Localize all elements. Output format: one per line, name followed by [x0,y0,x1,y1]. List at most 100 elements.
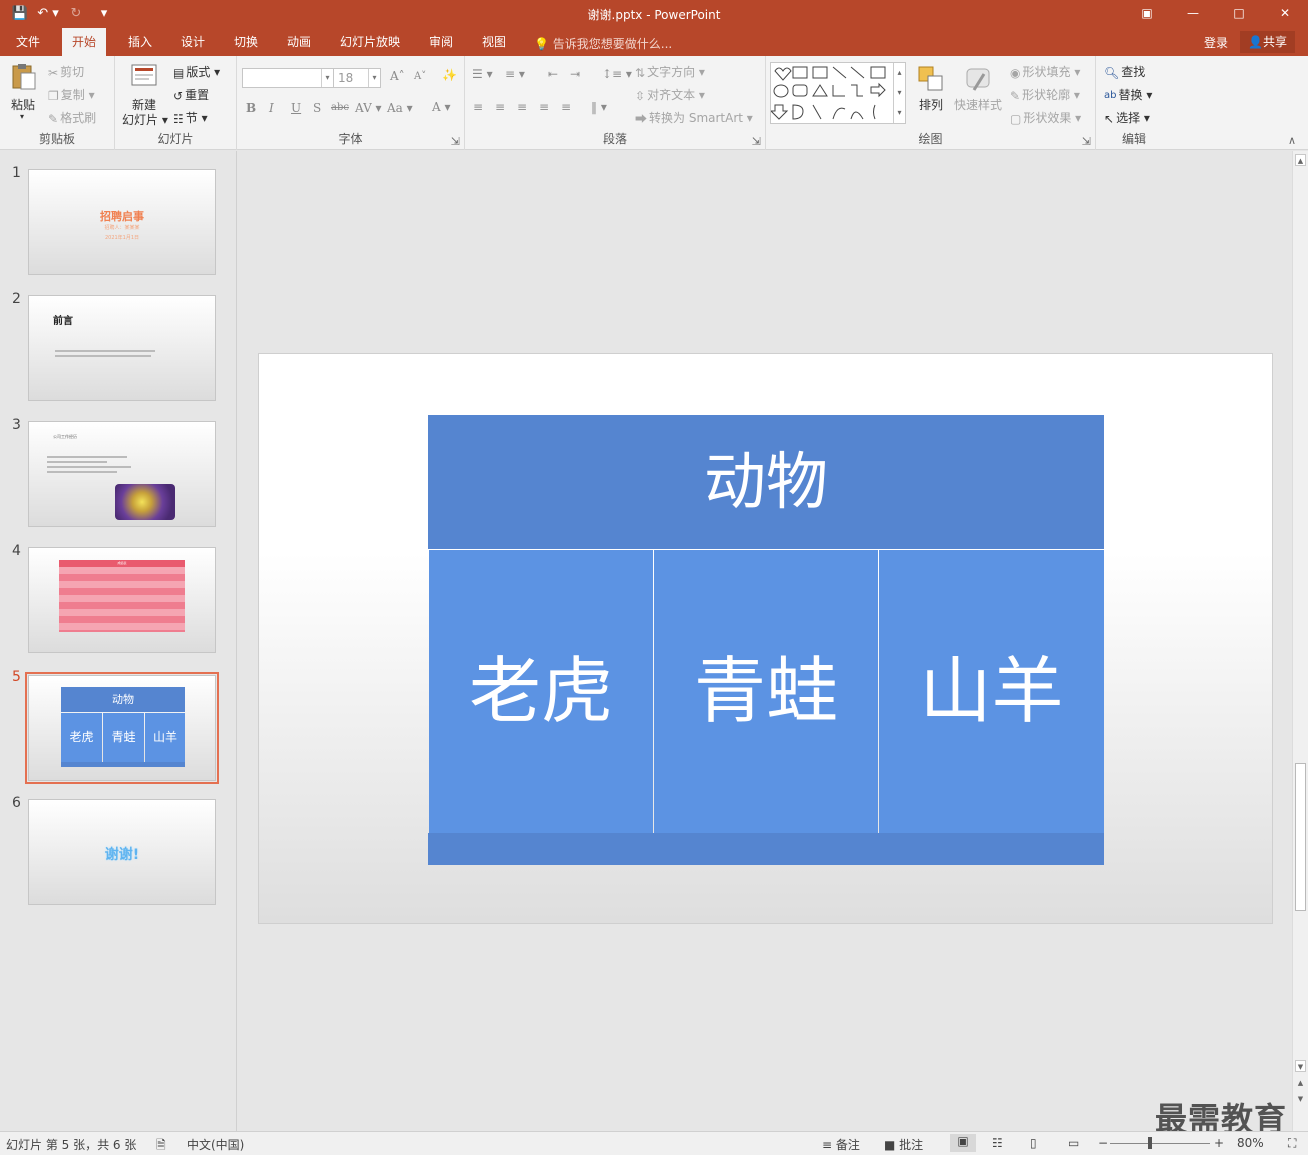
numbering-icon[interactable]: ≡ ▾ [505,67,525,81]
current-slide[interactable]: 动物 老虎 青蛙 山羊 [258,353,1273,924]
maximize-icon[interactable]: □ [1216,0,1262,26]
animals-table[interactable]: 动物 老虎 青蛙 山羊 [428,415,1104,865]
tab-animations[interactable]: 动画 [277,28,321,56]
clear-format-icon[interactable]: ✨ [442,68,457,82]
tab-transitions[interactable]: 切换 [224,28,268,56]
bullets-icon[interactable]: ☰ ▾ [472,67,493,81]
fit-to-window-icon[interactable]: ⛶ [1288,1136,1296,1151]
text-direction-button[interactable]: ⇅ 文字方向 ▾ [635,63,705,80]
shrink-font-icon[interactable]: A˅ [414,71,426,82]
tab-view[interactable]: 视图 [472,28,516,56]
reset-button[interactable]: ↺ 重置 [173,86,209,103]
zoom-out-icon[interactable]: − [1098,1136,1108,1150]
slide-sorter-icon[interactable]: ☷ [992,1136,1003,1150]
decrease-indent-icon[interactable]: ⇤ [548,67,558,81]
language-indicator[interactable]: 中文(中国) [187,1136,244,1153]
align-left-icon[interactable]: ≡ [473,100,483,114]
slide-thumbnail-1[interactable]: 招聘启事 招聘人：某某某 2021年1月1日 [28,169,216,275]
change-case-button[interactable]: Aa ▾ [387,101,413,115]
cut-button[interactable]: ✂ 剪切 [48,63,84,80]
distributed-icon[interactable]: ≡ [561,100,571,114]
bold-button[interactable]: B [246,101,256,115]
arrange-icon[interactable] [916,64,946,94]
align-text-button[interactable]: ⇳ 对齐文本 ▾ [635,86,705,103]
slide-thumbnail-3[interactable]: 公司工作经历 [28,421,216,527]
comments-button[interactable]: ■ 批注 [884,1136,923,1153]
quick-styles-icon[interactable] [964,64,994,94]
shape-fill-button[interactable]: ◉ 形状填充 ▾ [1010,63,1080,80]
font-color-button[interactable]: A ▾ [432,100,451,114]
underline-button[interactable]: U [291,101,301,115]
notes-button[interactable]: ≡ 备注 [822,1136,860,1153]
strikethrough-button[interactable]: abc [331,102,349,113]
paragraph-dialog-launcher-icon[interactable]: ⇲ [752,135,761,148]
slide-thumbnail-4[interactable]: 成绩表 [28,547,216,653]
slideshow-view-icon[interactable]: ▭ [1068,1136,1079,1150]
close-icon[interactable]: ✕ [1262,0,1308,26]
columns-icon[interactable]: ‖ ▾ [591,100,607,114]
section-button[interactable]: ☷ 节 ▾ [173,109,208,126]
scrollbar-thumb[interactable] [1295,763,1306,911]
shape-outline-button[interactable]: ✎ 形状轮廓 ▾ [1010,86,1080,103]
tab-file[interactable]: 文件 [6,28,50,56]
table-cell-goat[interactable]: 山羊 [879,550,1104,833]
login-link[interactable]: 登录 [1204,34,1228,51]
shapes-gallery[interactable]: ▴ ▾ ▾ [769,62,906,124]
minimize-icon[interactable]: — [1170,0,1216,26]
layout-button[interactable]: ▤ 版式 ▾ [173,63,220,80]
replace-button[interactable]: ab 替换 ▾ [1104,86,1152,103]
previous-slide-icon[interactable]: ▲ [1295,1077,1306,1089]
new-slide-dropdown[interactable]: 幻灯片 ▾ [122,111,168,128]
slide-thumbnail-6[interactable]: 谢谢! [28,799,216,905]
tab-home[interactable]: 开始 [62,28,107,56]
zoom-level[interactable]: 80% [1237,1136,1264,1150]
table-footer-row[interactable] [428,833,1104,865]
new-slide-icon[interactable] [129,62,159,92]
line-spacing-icon[interactable]: ↕≡ ▾ [602,67,632,81]
paste-button[interactable]: 粘贴 [11,96,35,113]
normal-view-icon[interactable]: ▣ [950,1134,976,1152]
table-header-cell[interactable]: 动物 [428,415,1104,549]
increase-indent-icon[interactable]: ⇥ [570,67,580,81]
tab-design[interactable]: 设计 [171,28,215,56]
ribbon-options-icon[interactable]: ▣ [1124,0,1170,26]
find-button[interactable]: 🔍︎ 查找 [1104,63,1145,80]
zoom-in-icon[interactable]: + [1214,1136,1224,1150]
table-cell-tiger[interactable]: 老虎 [429,550,653,833]
tell-me-search[interactable]: 💡 告诉我您想要做什么... [534,35,672,52]
select-button[interactable]: ↖ 选择 ▾ [1104,109,1150,126]
paste-icon[interactable] [9,62,39,92]
italic-button[interactable]: I [269,101,274,115]
copy-button[interactable]: ❐ 复制 ▾ [48,86,95,103]
vertical-scrollbar[interactable]: ▲ ▼ ▲ ▼ [1292,151,1308,1131]
zoom-slider[interactable] [1110,1137,1210,1149]
reading-view-icon[interactable]: ▯ [1030,1136,1037,1150]
align-right-icon[interactable]: ≡ [517,100,527,114]
smartart-button[interactable]: ⮕ 转换为 SmartArt ▾ [635,109,753,127]
format-painter-button[interactable]: ✎ 格式刷 [48,109,96,126]
font-size-combo[interactable]: 18 ▾ [333,68,381,88]
spellcheck-icon[interactable]: 🗎 [156,1136,166,1155]
font-name-combo[interactable]: ▾ [242,68,334,88]
slide-thumbnail-2[interactable]: 前言 [28,295,216,401]
next-slide-icon[interactable]: ▼ [1295,1093,1306,1105]
slide-thumbnail-5[interactable]: 动物 老虎 青蛙 山羊 [28,675,216,781]
zoom-slider-knob[interactable] [1148,1137,1152,1149]
table-cell-frog[interactable]: 青蛙 [654,550,878,833]
shadow-button[interactable]: S [313,101,321,115]
collapse-ribbon-icon[interactable]: ∧ [1288,134,1296,147]
font-dialog-launcher-icon[interactable]: ⇲ [451,135,460,148]
paste-dropdown-icon[interactable]: ▾ [20,112,24,121]
arrange-button[interactable]: 排列 [919,96,943,113]
align-center-icon[interactable]: ≡ [495,100,505,114]
quick-styles-button[interactable]: 快速样式 [954,96,1002,113]
tab-insert[interactable]: 插入 [118,28,162,56]
drawing-dialog-launcher-icon[interactable]: ⇲ [1082,135,1091,148]
justify-icon[interactable]: ≡ [539,100,549,114]
grow-font-icon[interactable]: A˄ [390,69,405,83]
scroll-down-icon[interactable]: ▼ [1295,1060,1306,1072]
tab-slideshow[interactable]: 幻灯片放映 [330,28,410,56]
character-spacing-button[interactable]: AV ▾ [355,101,382,115]
scroll-up-icon[interactable]: ▲ [1295,154,1306,166]
shape-effects-button[interactable]: ▢ 形状效果 ▾ [1010,109,1081,126]
